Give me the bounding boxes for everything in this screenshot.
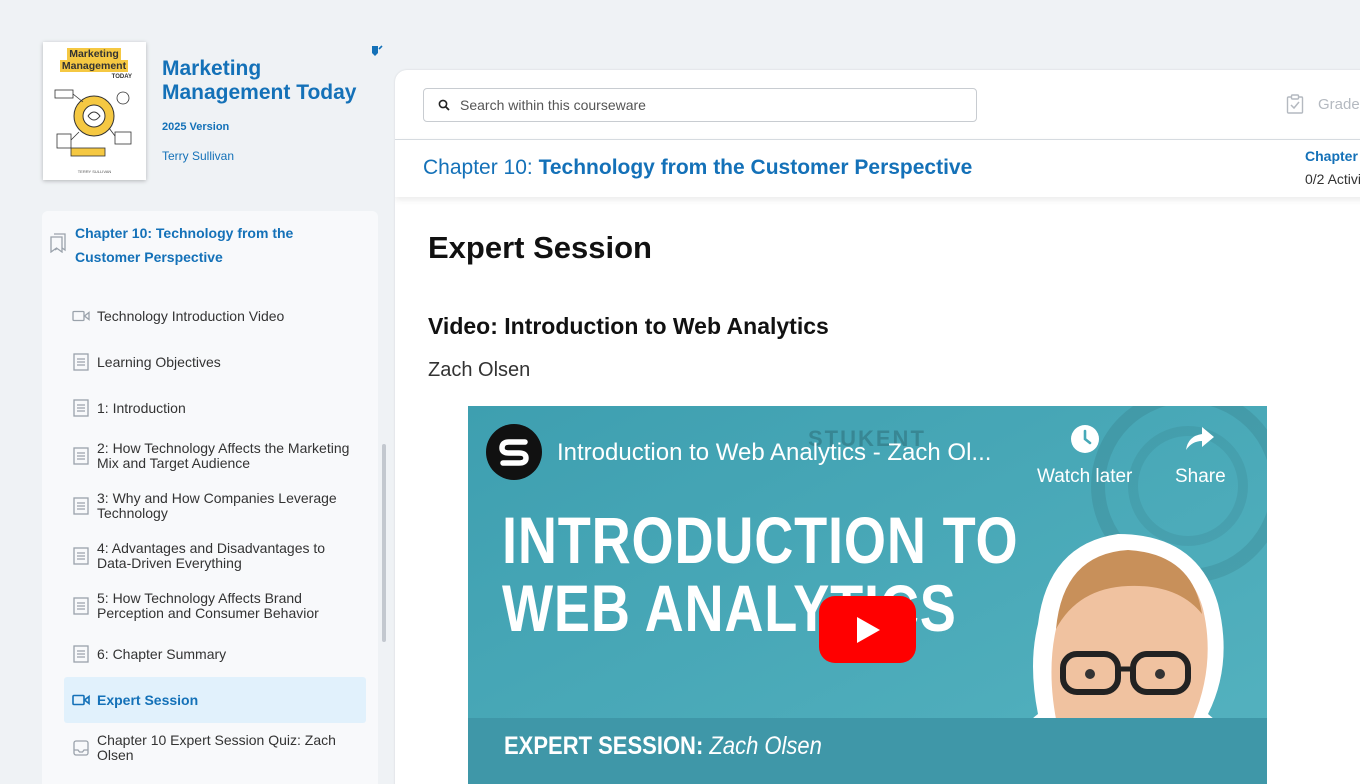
video-player[interactable]: STUKENT Introduction to Web Analytics - … [468,406,1267,784]
sidebar-item-label: 1: Introduction [97,399,186,416]
sidebar-item-label: 3: Why and How Companies Leverage Techno… [97,490,337,521]
document-icon [72,399,90,417]
chapter-progress-label[interactable]: Chapter Progress [1305,148,1360,164]
expert-session-banner: EXPERT SESSION: Zach Olsen [468,718,1267,784]
collapse-sidebar-icon[interactable] [370,44,384,58]
book-version: 2025 Version [162,121,230,133]
share-label: Share [1175,466,1226,487]
search-input[interactable] [460,97,940,113]
search-icon [438,99,450,111]
sidebar-item-technology-intro-video[interactable]: Technology Introduction Video [64,293,366,339]
book-author: Terry Sullivan [162,149,235,163]
book-cover: Marketing Management TODAY TERRY SULLIVA… [43,42,146,180]
sidebar-item-section-2[interactable]: 2: How Technology Affects the Marketing … [64,431,366,481]
channel-logo-icon[interactable] [486,424,542,480]
watch-later-label: Watch later [1037,466,1133,487]
play-icon [856,616,880,643]
cover-title: Marketing Management [59,48,129,72]
sidebar-nav-list: Technology Introduction Video Learning O… [64,293,366,773]
sidebar-item-expert-session-quiz[interactable]: Chapter 10 Expert Session Quiz: Zach Ols… [64,723,366,773]
sidebar-item-label: 6: Chapter Summary [97,645,227,662]
sidebar-item-label: Technology Introduction Video [97,307,285,324]
clock-icon [1070,425,1099,453]
cover-author: TERRY SULLIVAN [77,169,112,174]
document-icon [72,447,90,465]
document-icon [72,497,90,515]
video-icon [72,307,90,325]
sidebar-item-label: Chapter 10 Expert Session Quiz: Zach Ols… [97,732,336,763]
sidebar-item-chapter-summary[interactable]: 6: Chapter Summary [64,631,366,677]
bookmark-icon [50,233,66,253]
book-title[interactable]: Marketing Management Today [162,57,372,105]
sidebar-item-learning-objectives[interactable]: Learning Objectives [64,339,366,385]
sidebar-item-label: 4: Advantages and Disadvantages to Data-… [97,540,326,571]
video-title[interactable]: Introduction to Web Analytics - Zach Ol.… [557,439,991,467]
sidebar-chapter-label: Chapter 10: Technology from the Customer… [75,225,294,265]
watch-later-button[interactable]: Watch later [1037,424,1132,488]
document-icon [72,547,90,565]
video-heading: Video: Introduction to Web Analytics [428,313,829,339]
grades-label: Grades [1318,95,1360,113]
quiz-icon [72,739,90,757]
chapter-progress-value: 0/2 Activities [1305,171,1360,187]
video-icon [72,691,90,709]
document-icon [72,597,90,615]
share-button[interactable]: Share [1175,424,1226,488]
clipboard-check-icon [1286,94,1304,114]
page-title: Expert Session [428,230,652,265]
cover-subtitle: TODAY [111,74,132,80]
play-button[interactable] [819,596,916,663]
sidebar-scrollbar[interactable] [382,444,386,642]
content-panel: Grades Chapter 10: Technology from the C… [395,70,1360,784]
sidebar-item-label: 2: How Technology Affects the Marketing … [97,440,350,471]
sidebar-item-section-4[interactable]: 4: Advantages and Disadvantages to Data-… [64,531,366,581]
search-box[interactable] [423,88,977,122]
presenter-name: Zach Olsen [428,359,531,381]
thumbnail-headline: INTRODUCTION TO WEB ANALYTICS [502,503,1019,645]
sidebar-item-label: Expert Session [97,691,199,708]
course-sidebar: Chapter 10: Technology from the Customer… [42,211,378,784]
chapter-heading: Chapter 10: Technology from the Customer… [423,156,973,179]
document-icon [72,645,90,663]
sidebar-item-label: 5: How Technology Affects Brand Percepti… [97,590,319,621]
sidebar-item-introduction[interactable]: 1: Introduction [64,385,366,431]
sidebar-item-section-3[interactable]: 3: Why and How Companies Leverage Techno… [64,481,366,531]
share-arrow-icon [1186,427,1215,450]
sidebar-item-label: Learning Objectives [97,353,221,370]
cover-illustration-icon [54,89,132,157]
grades-button[interactable]: Grades [1286,94,1360,114]
sidebar-item-section-5[interactable]: 5: How Technology Affects Brand Percepti… [64,581,366,631]
sidebar-chapter-header[interactable]: Chapter 10: Technology from the Customer… [50,221,368,281]
chapter-bar: Chapter 10: Technology from the Customer… [395,139,1360,197]
sidebar-item-expert-session[interactable]: Expert Session [64,677,366,723]
document-icon [72,353,90,371]
